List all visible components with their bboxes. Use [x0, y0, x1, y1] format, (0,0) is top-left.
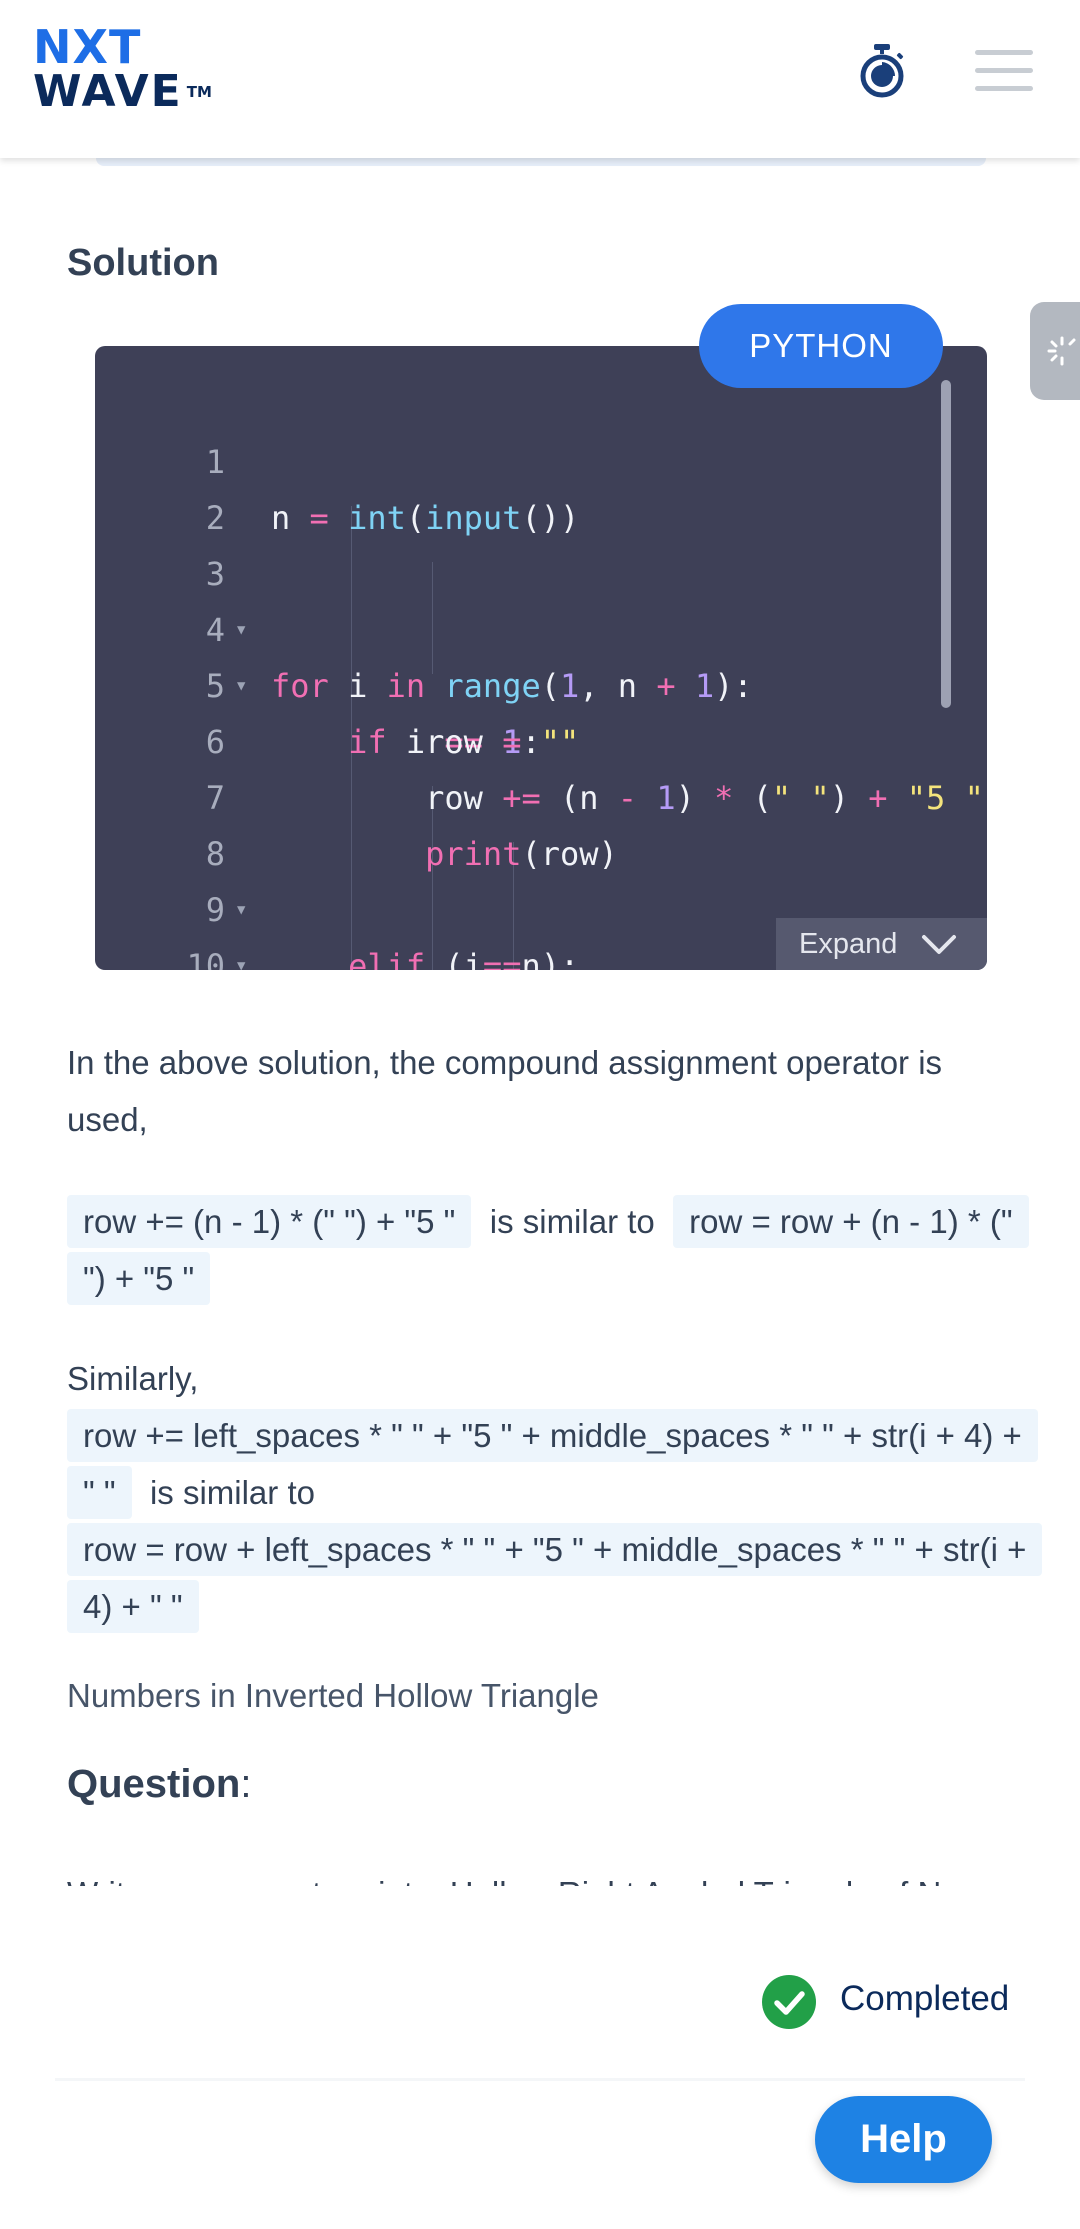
expand-button[interactable]: Expand [776, 918, 987, 970]
logo-text-bottom: WAVE TM [33, 70, 212, 114]
question-heading: Question: [67, 1762, 252, 1806]
timer-icon[interactable] [856, 42, 908, 100]
editor-scrollbar[interactable] [941, 380, 951, 708]
code-line: 7 print(row) [95, 714, 987, 873]
comparison-text: is similar to [489, 1203, 655, 1240]
next-topic-title: Numbers in Inverted Hollow Triangle [67, 1677, 599, 1714]
completed-label: Completed [840, 1979, 1010, 2018]
previous-section-edge [96, 158, 986, 166]
chevron-down-icon [922, 935, 956, 954]
fold-arrow-icon[interactable]: ▼ [237, 938, 245, 970]
bottom-divider [55, 2078, 1025, 2081]
code-editor[interactable]: 1 n = int(input()) 2 3 ▼ for i in range(… [95, 346, 987, 970]
language-badge: PYTHON [699, 304, 943, 388]
code-line: 9 ▼ for j in range(n): [95, 826, 987, 970]
expand-label: Expand [799, 928, 898, 960]
nxtwave-logo[interactable]: NXT WAVE TM [33, 24, 212, 114]
comparison-text: is similar to [149, 1474, 315, 1511]
code-line: 5 row = "" [95, 602, 987, 761]
help-button[interactable]: Help [815, 2096, 992, 2183]
side-feedback-tab[interactable] [1030, 302, 1080, 400]
similarly-text: Similarly, [67, 1360, 199, 1397]
code-line: 3 ▼ for i in range(1, n + 1): [95, 490, 987, 705]
code-text: elif (i==n): [348, 947, 580, 970]
explanation-comparison-1: row += (n - 1) * (" ") + "5 " is similar… [67, 1193, 1029, 1307]
app-header: NXT WAVE TM [0, 0, 1080, 158]
hamburger-menu-icon[interactable] [975, 50, 1033, 92]
question-title: Question [67, 1762, 241, 1806]
question-text-cut: Write a program to print a Hollow Right … [67, 1872, 1027, 1886]
code-line: 4 ▼ if i == 1: [95, 546, 987, 761]
logo-text-top: NXT [33, 20, 142, 74]
logo-text-wave: WAVE [33, 66, 183, 117]
inline-code: row += (n - 1) * (" ") + "5 " [67, 1195, 472, 1248]
line-number: 10 [186, 947, 225, 970]
code-line: 8 ▼ elif (i==n): [95, 770, 987, 970]
explanation-paragraph: In the above solution, the compound assi… [67, 1044, 943, 1138]
inline-code: row = row + left_spaces * " " + "5 " + m… [67, 1523, 1043, 1633]
solution-heading: Solution [67, 242, 219, 284]
check-circle-icon [762, 1975, 816, 2029]
explanation-comparison-2: Similarly, row += left_spaces * " " + "5… [67, 1350, 1043, 1635]
code-line: 6 row += (n - 1) * (" ") + "5 " [95, 658, 987, 817]
code-line: 2 [95, 434, 987, 537]
logo-trademark: TM [186, 83, 212, 101]
